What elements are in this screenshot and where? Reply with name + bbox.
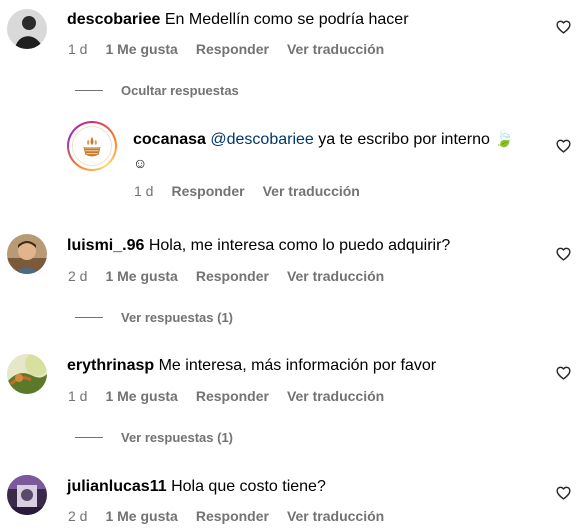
heart-outline-icon <box>556 20 571 34</box>
likes-count[interactable]: 1 Me gusta <box>105 41 177 57</box>
comment-age[interactable]: 2 d <box>68 268 87 284</box>
avatar <box>72 126 112 166</box>
avatar[interactable] <box>7 475 47 515</box>
translate-button[interactable]: Ver traducción <box>287 388 384 404</box>
thread-line <box>75 90 103 91</box>
comment-body: Hola, me interesa como lo puedo adquirir… <box>148 237 451 254</box>
translate-button[interactable]: Ver traducción <box>287 41 384 57</box>
comment-meta: 1 d 1 Me gusta Responder Ver traducción <box>68 388 384 404</box>
comment-text: erythrinasp Me interesa, más información… <box>67 355 436 377</box>
like-button[interactable] <box>556 20 571 34</box>
hide-replies-button[interactable]: Ocultar respuestas <box>75 83 239 98</box>
mention-link[interactable]: @descobariee <box>210 131 313 148</box>
comment-body: Me interesa, más información por favor <box>158 357 437 374</box>
translate-button[interactable]: Ver traducción <box>287 508 384 524</box>
avatar-story-ring[interactable] <box>67 121 117 171</box>
view-replies-button[interactable]: Ver respuestas (1) <box>75 310 233 325</box>
reply-button[interactable]: Responder <box>196 388 269 404</box>
comment-meta: 1 d Responder Ver traducción <box>134 183 360 199</box>
username[interactable]: cocanasa <box>133 131 206 148</box>
likes-count[interactable]: 1 Me gusta <box>105 388 177 404</box>
comment-text: cocanasa @descobariee ya te escribo por … <box>133 129 514 151</box>
avatar[interactable] <box>7 234 47 274</box>
comment-age[interactable]: 1 d <box>134 183 153 199</box>
thread-line <box>75 317 103 318</box>
comment-age[interactable]: 2 d <box>68 508 87 524</box>
thread-toggle-label: Ver respuestas (1) <box>121 430 234 445</box>
comment-meta: 2 d 1 Me gusta Responder Ver traducción <box>68 268 384 284</box>
comment-body: En Medellín como se podría hacer <box>164 11 409 28</box>
comment-text: descobariee En Medellín como se podría h… <box>67 9 409 31</box>
comment-age[interactable]: 1 d <box>68 41 87 57</box>
like-button[interactable] <box>556 247 571 261</box>
comment-text: luismi_.96 Hola, me interesa como lo pue… <box>67 235 450 257</box>
comment-meta: 1 d 1 Me gusta Responder Ver traducción <box>68 41 384 57</box>
leaf-emoji: 🍃 <box>494 131 515 148</box>
heart-outline-icon <box>556 366 571 380</box>
translate-button[interactable]: Ver traducción <box>263 183 360 199</box>
reply-button[interactable]: Responder <box>196 508 269 524</box>
comment-text: julianlucas11 Hola que costo tiene? <box>67 476 326 498</box>
like-button[interactable] <box>556 486 571 500</box>
thread-toggle-label: Ver respuestas (1) <box>121 310 234 325</box>
translate-button[interactable]: Ver traducción <box>287 268 384 284</box>
reply-button[interactable]: Responder <box>171 183 244 199</box>
reply-button[interactable]: Responder <box>196 268 269 284</box>
username[interactable]: julianlucas11 <box>67 478 167 495</box>
thread-toggle-label: Ocultar respuestas <box>121 83 239 98</box>
reply-button[interactable]: Responder <box>196 41 269 57</box>
avatar[interactable] <box>7 9 47 49</box>
comment-body: Hola que costo tiene? <box>171 478 326 495</box>
likes-count[interactable]: 1 Me gusta <box>105 508 177 524</box>
username[interactable]: luismi_.96 <box>67 237 144 254</box>
like-button[interactable] <box>556 366 571 380</box>
heart-outline-icon <box>556 139 571 153</box>
comment-age[interactable]: 1 d <box>68 388 87 404</box>
view-replies-button[interactable]: Ver respuestas (1) <box>75 430 233 445</box>
heart-outline-icon <box>556 486 571 500</box>
avatar[interactable] <box>7 354 47 394</box>
comment-body: ya te escribo por interno <box>318 131 490 148</box>
heart-outline-icon <box>556 247 571 261</box>
thread-line <box>75 437 103 438</box>
comment-meta: 2 d 1 Me gusta Responder Ver traducción <box>68 508 384 524</box>
smile-emoji: ☺ <box>133 155 148 171</box>
username[interactable]: erythrinasp <box>67 357 154 374</box>
likes-count[interactable]: 1 Me gusta <box>105 268 177 284</box>
like-button[interactable] <box>556 139 571 153</box>
comment-text-continued: ☺ <box>133 152 147 174</box>
username[interactable]: descobariee <box>67 11 160 28</box>
